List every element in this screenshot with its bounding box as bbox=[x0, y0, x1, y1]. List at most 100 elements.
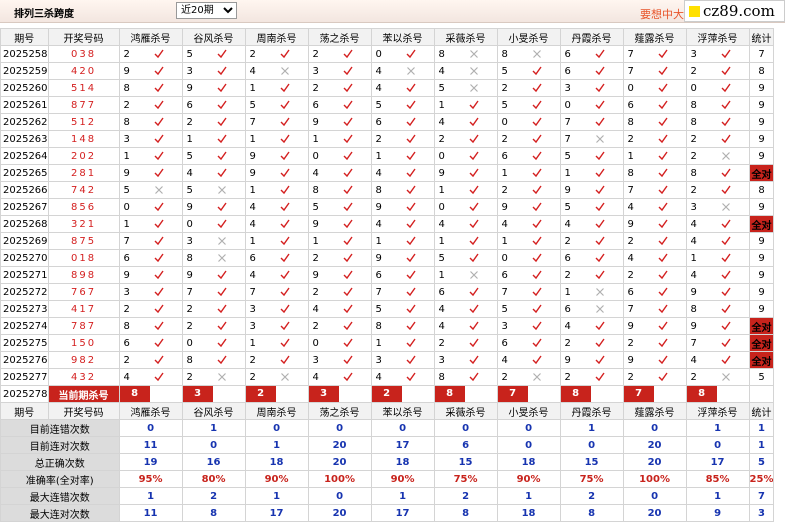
kill-cell: 2 bbox=[559, 232, 624, 250]
kill-number: 5 bbox=[186, 150, 193, 162]
kill-number: 1 bbox=[375, 150, 382, 162]
kill-cell: 1 bbox=[433, 232, 498, 250]
kill-number: 2 bbox=[249, 371, 256, 383]
site-logo[interactable]: cz89.com bbox=[684, 0, 785, 22]
check-icon bbox=[469, 253, 479, 263]
check-icon bbox=[532, 236, 542, 246]
stats-value: 0 bbox=[496, 436, 561, 454]
kill-cell: 5 bbox=[181, 181, 246, 199]
check-icon bbox=[406, 185, 416, 195]
check-icon bbox=[406, 338, 416, 348]
check-icon bbox=[532, 321, 542, 331]
kill-number: 2 bbox=[123, 354, 130, 366]
check-icon bbox=[469, 185, 479, 195]
kill-cell: 2 bbox=[685, 62, 750, 80]
check-icon bbox=[217, 151, 227, 161]
stat-cell: 9 bbox=[748, 79, 775, 97]
kill-cell: 8 bbox=[181, 249, 246, 267]
kill-number: 4 bbox=[438, 218, 445, 230]
kill-number: 9 bbox=[123, 167, 130, 179]
kill-number: 0 bbox=[186, 218, 193, 230]
stats-value: 5 bbox=[748, 453, 775, 471]
kill-number: 6 bbox=[627, 286, 634, 298]
draw-number-cell: 202 bbox=[47, 147, 120, 165]
check-icon bbox=[280, 236, 290, 246]
check-icon bbox=[532, 219, 542, 229]
kill-number: 4 bbox=[186, 167, 193, 179]
kill-number: 2 bbox=[438, 337, 445, 349]
check-icon bbox=[280, 83, 290, 93]
kill-number: 3 bbox=[312, 354, 319, 366]
kill-cell: 2 bbox=[307, 249, 372, 267]
table-row: 2025270 018 6 8 6 2 9 5 0 6 4 1 9 bbox=[0, 249, 775, 267]
current-label: 当前期杀号 bbox=[47, 385, 120, 403]
check-icon bbox=[217, 134, 227, 144]
period-cell: 2025274 bbox=[0, 317, 49, 335]
check-icon bbox=[469, 287, 479, 297]
kill-cell: 7 bbox=[181, 283, 246, 301]
kill-number: 9 bbox=[249, 167, 256, 179]
kill-cell: 2 bbox=[559, 334, 624, 352]
period-cell: 2025276 bbox=[0, 351, 49, 369]
kill-cell: 1 bbox=[307, 232, 372, 250]
check-icon bbox=[154, 338, 164, 348]
current-kill-cell: 7 bbox=[496, 385, 561, 403]
kill-number: 4 bbox=[690, 218, 697, 230]
stats-value: 0 bbox=[685, 436, 750, 454]
kill-number: 2 bbox=[627, 133, 634, 145]
stat-cell: 全对 bbox=[748, 351, 775, 369]
check-icon bbox=[658, 134, 668, 144]
check-icon bbox=[217, 287, 227, 297]
kill-number: 3 bbox=[249, 320, 256, 332]
check-icon bbox=[658, 66, 668, 76]
check-icon bbox=[343, 372, 353, 382]
kill-number: 2 bbox=[564, 235, 571, 247]
kill-number: 4 bbox=[375, 82, 382, 94]
cross-icon bbox=[595, 134, 605, 144]
kill-cell: 0 bbox=[496, 249, 561, 267]
kill-number: 1 bbox=[123, 218, 130, 230]
kill-number: 4 bbox=[438, 320, 445, 332]
check-icon bbox=[469, 168, 479, 178]
kill-cell: 1 bbox=[496, 164, 561, 182]
kill-cell: 9 bbox=[181, 198, 246, 216]
kill-cell: 0 bbox=[433, 147, 498, 165]
kill-cell: 2 bbox=[118, 96, 183, 114]
check-icon bbox=[280, 100, 290, 110]
kill-cell: 2 bbox=[118, 45, 183, 63]
check-icon bbox=[721, 185, 731, 195]
check-icon bbox=[406, 372, 416, 382]
period-cell: 2025263 bbox=[0, 130, 49, 148]
check-icon bbox=[532, 151, 542, 161]
check-icon bbox=[532, 134, 542, 144]
cross-icon bbox=[532, 372, 542, 382]
stats-value: 90% bbox=[244, 470, 309, 488]
stats-value: 0 bbox=[559, 436, 624, 454]
check-icon bbox=[658, 321, 668, 331]
check-icon bbox=[595, 321, 605, 331]
kill-cell: 7 bbox=[559, 113, 624, 131]
stats-value: 20 bbox=[622, 436, 687, 454]
table-row: 2025265 281 9 4 9 4 4 9 1 1 8 8 全对 bbox=[0, 164, 775, 182]
kill-cell: 9 bbox=[685, 283, 750, 301]
period-select[interactable]: 近20期 bbox=[176, 2, 237, 19]
stats-value: 1 bbox=[370, 487, 435, 505]
stat-cell: 全对 bbox=[748, 317, 775, 335]
stats-value: 18 bbox=[496, 453, 561, 471]
kill-number: 9 bbox=[123, 269, 130, 281]
kill-number: 2 bbox=[186, 303, 193, 315]
kill-cell: 6 bbox=[496, 147, 561, 165]
period-cell: 2025262 bbox=[0, 113, 49, 131]
check-icon bbox=[469, 338, 479, 348]
kill-number: 3 bbox=[690, 48, 697, 60]
check-icon bbox=[280, 185, 290, 195]
draw-number-cell: 514 bbox=[47, 79, 120, 97]
kill-cell: 4 bbox=[685, 266, 750, 284]
kill-number: 4 bbox=[312, 303, 319, 315]
cross-icon bbox=[280, 66, 290, 76]
check-icon bbox=[280, 49, 290, 59]
kill-number: 5 bbox=[312, 201, 319, 213]
kill-number: 9 bbox=[186, 201, 193, 213]
kill-cell: 2 bbox=[433, 130, 498, 148]
kill-cell: 8 bbox=[118, 317, 183, 335]
